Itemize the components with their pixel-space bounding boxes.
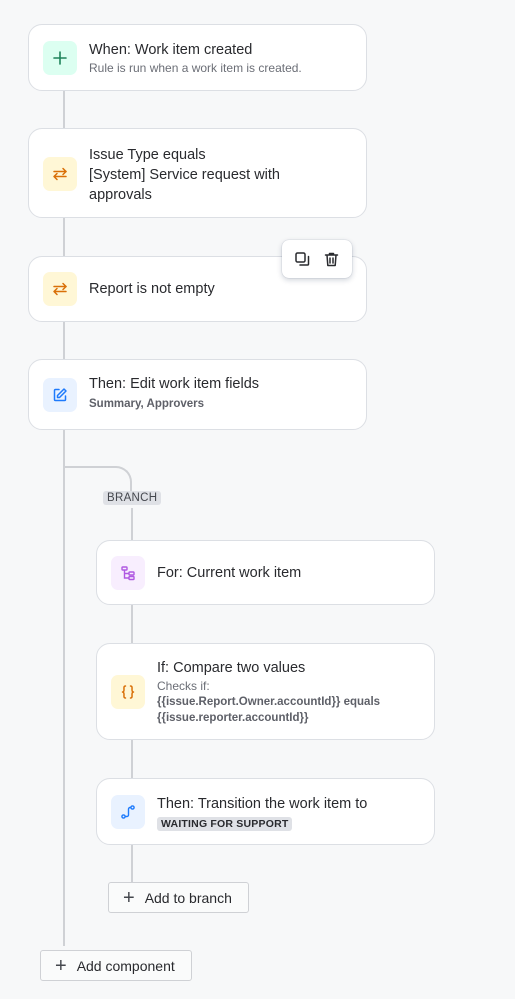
branch-if-expression-line2: {{issue.reporter.accountId}} [157, 712, 309, 724]
condition-issue-type-text: Issue Type equals [System] Service reque… [89, 145, 309, 205]
duplicate-button[interactable] [291, 247, 315, 271]
curly-braces-icon [121, 685, 135, 699]
condition-icon-box [43, 157, 77, 191]
condition-icon-box [111, 675, 145, 709]
connector-main [63, 90, 65, 946]
branch-if-checks-label: Checks if: [157, 679, 210, 693]
trigger-text: When: Work item created Rule is run when… [89, 40, 302, 76]
branch-if-expression-line1: {{issue.Report.Owner.accountId}} equals [157, 696, 381, 708]
add-to-branch-label: Add to branch [144, 889, 232, 906]
plus-icon: + [55, 954, 67, 977]
action-icon-box [111, 795, 145, 829]
branch-label: BRANCH [103, 491, 162, 505]
connector-branch-curve [64, 466, 132, 492]
trigger-icon-box [43, 41, 77, 75]
branch-icon-box [111, 556, 145, 590]
rule-canvas: When: Work item created Rule is run when… [0, 0, 515, 999]
action-edit-text: Then: Edit work item fields Summary, App… [89, 374, 259, 412]
transition-icon [121, 805, 135, 819]
duplicate-icon [295, 251, 310, 266]
trash-icon [324, 252, 339, 266]
condition-report-text: Report is not empty [89, 279, 215, 299]
condition-issue-type-title: Issue Type equals [89, 147, 206, 163]
branch-if-card[interactable]: If: Compare two values Checks if: {{issu… [96, 643, 435, 740]
pencil-edit-icon [53, 388, 67, 402]
branch-for-text: For: Current work item [157, 563, 301, 583]
add-to-branch-button[interactable]: + Add to branch [108, 882, 249, 913]
trigger-title: When: Work item created [89, 42, 253, 58]
action-edit-title: Then: Edit work item fields [89, 376, 260, 392]
plus-icon: + [123, 886, 135, 909]
trigger-card[interactable]: When: Work item created Rule is run when… [28, 24, 367, 91]
condition-issue-type-value: [System] Service request with approvals [89, 167, 280, 203]
plus-icon [53, 51, 67, 65]
action-edit-fields: Summary, Approvers [89, 398, 205, 410]
component-toolbar [282, 240, 352, 278]
swap-arrows-icon [53, 282, 67, 296]
branch-tree-icon [121, 566, 135, 581]
add-component-label: Add component [76, 957, 175, 974]
branch-for-title: For: Current work item [157, 565, 302, 581]
condition-icon-box [43, 272, 77, 306]
branch-if-title: If: Compare two values [157, 660, 306, 676]
status-lozenge: WAITING FOR SUPPORT [157, 817, 293, 831]
branch-transition-card[interactable]: Then: Transition the work item to WAITIN… [96, 778, 435, 845]
add-component-button[interactable]: + Add component [40, 950, 192, 981]
branch-for-card[interactable]: For: Current work item [96, 540, 435, 605]
branch-transition-text: Then: Transition the work item to WAITIN… [157, 794, 367, 832]
branch-if-text: If: Compare two values Checks if: {{issu… [157, 658, 380, 726]
condition-issue-type-card[interactable]: Issue Type equals [System] Service reque… [28, 128, 367, 218]
condition-report-title: Report is not empty [89, 281, 215, 297]
action-icon-box [43, 378, 77, 412]
action-edit-card[interactable]: Then: Edit work item fields Summary, App… [28, 359, 367, 430]
swap-arrows-icon [53, 167, 67, 181]
branch-transition-title: Then: Transition the work item to [157, 796, 368, 812]
trigger-description: Rule is run when a work item is created. [89, 61, 302, 75]
delete-button[interactable] [320, 247, 344, 271]
